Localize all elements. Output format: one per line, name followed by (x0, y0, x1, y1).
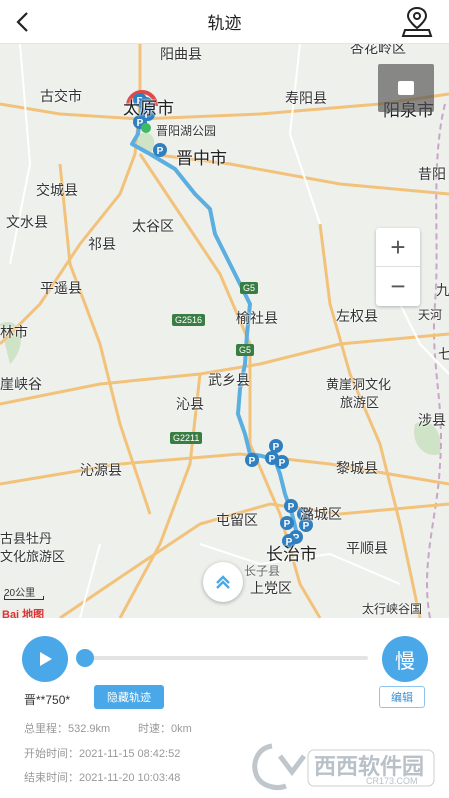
collapse-panel-button[interactable] (203, 562, 243, 602)
watermark-site: CR173.COM (366, 776, 418, 786)
svg-text:P: P (269, 454, 276, 465)
current-speed: 时速：0km (138, 723, 192, 735)
svg-text:P: P (279, 458, 286, 469)
start-time: 开始时间：2021-11-15 08:42:52 (24, 748, 181, 760)
map-label-pingyao: 平遥县 (40, 280, 82, 296)
chevron-up-icon (216, 575, 230, 589)
map-label-qi: 七 (438, 346, 449, 362)
edit-button[interactable]: 编辑 (379, 686, 425, 708)
map-scale-bar (4, 596, 44, 600)
traffic-icon (398, 81, 414, 95)
map-label-xinghualing: 杏花岭区 (350, 44, 406, 56)
play-icon (40, 652, 52, 666)
end-time: 结束时间：2021-11-20 10:03:48 (24, 772, 181, 784)
map-label-jinzhong: 晋中市 (176, 149, 227, 168)
map-label-qixian: 祁县 (88, 236, 116, 252)
map-label-qinxian: 沁县 (176, 396, 204, 412)
map-label-jiu: 九 (436, 282, 449, 298)
playback-progress-handle[interactable] (76, 649, 94, 667)
map-label-lvyouqu: 旅游区 (340, 395, 380, 410)
map-label-shouyang: 寿阳县 (285, 90, 327, 106)
traffic-layer-button[interactable] (378, 64, 434, 112)
map-label-mianshan: 崖峡谷 (0, 376, 42, 392)
highway-shield-g5-south: G5 (236, 344, 255, 356)
map-label-yangqu: 阳曲县 (160, 46, 202, 62)
map-label-pingshun: 平顺县 (346, 540, 388, 556)
map-label-taiyuan: 太原市 (123, 99, 174, 118)
zoom-in-button[interactable]: + (376, 228, 420, 267)
map-label-tunliu: 屯留区 (216, 512, 258, 528)
map-label-xiyang: 昔阳 (418, 166, 446, 182)
playback-speed-button[interactable]: 慢 (382, 636, 428, 682)
total-distance: 总里程：532.9km (24, 723, 111, 735)
svg-text:P: P (157, 146, 164, 157)
map-label-qinyuan: 沁源县 (80, 462, 122, 478)
back-arrow-icon[interactable] (10, 8, 38, 36)
map-base: P P P P P P P P P P P P P P P (0, 44, 449, 618)
highway-shield-g2516: G2516 (172, 314, 206, 326)
map-label-zuoquan: 左权县 (336, 308, 378, 324)
zoom-out-button[interactable]: − (376, 267, 420, 306)
svg-text:P: P (249, 456, 256, 467)
map-label-gu-mudan: 古县牡丹 (0, 531, 53, 546)
playback-progress-track[interactable] (78, 656, 368, 660)
map-label-wenhua-lvyou: 文化旅游区 (0, 549, 66, 564)
hide-track-button[interactable]: 隐藏轨迹 (94, 685, 164, 709)
map-label-lucheng: 潞城区 (300, 506, 342, 522)
location-pin-icon[interactable] (399, 4, 435, 40)
map-label-licheng: 黎城县 (336, 460, 378, 476)
map-label-zhangzi: 长子县 (244, 564, 281, 578)
map-label-wenshui: 文水县 (6, 214, 48, 230)
map-label-yushe: 榆社县 (236, 310, 278, 326)
svg-text:P: P (284, 519, 291, 530)
watermark-logo: 西西软件园 CR173.COM (252, 743, 435, 790)
map-label-gujiao: 古交市 (40, 88, 82, 104)
map-view[interactable]: P P P P P P P P P P P P P P P 阳曲县 杏花岭区 古… (0, 44, 449, 618)
play-button[interactable] (22, 636, 68, 682)
map-label-taihang: 太行峡谷国 (362, 602, 423, 616)
baidu-map-logo: Bai 地图 (2, 609, 45, 618)
map-label-shangdang: 上党区 (250, 580, 292, 596)
map-label-taigu: 太谷区 (132, 218, 174, 234)
map-label-huangyadong: 黄崖洞文化 (326, 377, 392, 392)
top-bar: 轨迹 (0, 0, 449, 44)
map-label-wuxiang: 武乡县 (208, 372, 250, 388)
page-title: 轨迹 (207, 14, 242, 33)
zoom-controls: + − (376, 228, 420, 306)
map-label-jiaocheng: 交城县 (36, 182, 78, 198)
svg-text:P: P (288, 502, 295, 513)
map-label-jiexiu: 林市 (0, 324, 28, 340)
highway-shield-g2211: G2211 (170, 432, 203, 444)
map-label-shexian: 涉县 (418, 412, 446, 428)
license-plate: 晋**750* (24, 693, 71, 707)
highway-shield-g5: G5 (240, 282, 259, 294)
map-label-tianhe: 天河 (418, 308, 443, 322)
map-label-jinyang-park: 晋阳湖公园 (156, 124, 217, 138)
